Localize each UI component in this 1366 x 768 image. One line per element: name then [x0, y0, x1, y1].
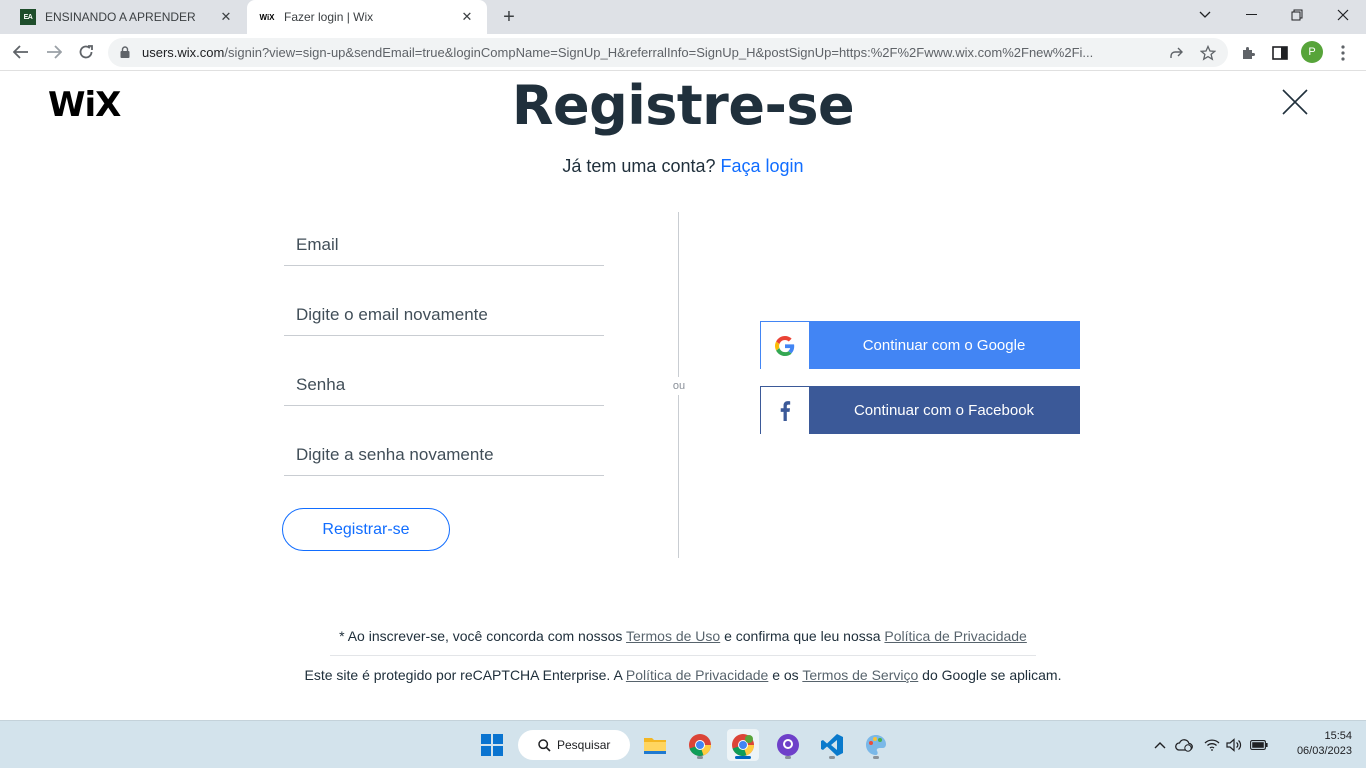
- github-desktop-icon[interactable]: [772, 729, 804, 761]
- tab-title: Fazer login | Wix: [284, 10, 374, 24]
- recaptcha-prefix: Este site é protegido por reCAPTCHA Ente…: [304, 667, 623, 683]
- password-field[interactable]: [284, 366, 604, 404]
- google-signin-button[interactable]: Continuar com o Google: [760, 321, 1080, 370]
- terms-prefix: * Ao inscrever-se, você concorda com nos…: [339, 628, 623, 644]
- email-field-wrapper: [284, 226, 604, 266]
- windows-taskbar: Pesquisar 15:54 06/03/2023: [0, 720, 1366, 768]
- facebook-icon: [761, 387, 809, 435]
- recaptcha-notice: Este site é protegido por reCAPTCHA Ente…: [0, 667, 1366, 683]
- close-icon[interactable]: [1282, 89, 1308, 115]
- terms-middle: e confirma que leu nossa: [724, 628, 881, 644]
- page-title: Registre-se: [511, 74, 855, 137]
- terms-of-use-link[interactable]: Termos de Uso: [626, 628, 720, 644]
- register-button[interactable]: Registrar-se: [282, 508, 450, 551]
- tab-wix-login[interactable]: WiX Fazer login | Wix ✕: [247, 0, 487, 34]
- windows-start-icon[interactable]: [476, 729, 508, 761]
- file-explorer-icon[interactable]: [639, 729, 671, 761]
- ea-favicon-icon: EA: [20, 9, 36, 25]
- taskbar-search[interactable]: Pesquisar: [518, 730, 630, 760]
- chevron-up-icon[interactable]: [1150, 735, 1170, 755]
- email-field[interactable]: [284, 226, 604, 264]
- lock-icon: [120, 46, 130, 58]
- close-tab-icon[interactable]: ✕: [459, 9, 475, 25]
- google-icon: [761, 322, 809, 370]
- address-bar[interactable]: users.wix.com/signin?view=sign-up&sendEm…: [108, 38, 1228, 67]
- clock-date: 06/03/2023: [1296, 745, 1352, 757]
- new-tab-icon[interactable]: +: [498, 6, 520, 28]
- login-link[interactable]: Faça login: [721, 156, 804, 176]
- login-prompt: Já tem uma conta? Faça login: [0, 156, 1366, 177]
- divider-label: ou: [666, 377, 692, 395]
- taskbar-clock[interactable]: 15:54 06/03/2023: [1280, 729, 1352, 759]
- bookmark-star-icon[interactable]: [1198, 43, 1218, 63]
- recaptcha-middle: e os: [772, 667, 799, 683]
- email-confirm-field-wrapper: [284, 296, 604, 336]
- tab-title: ENSINANDO A APRENDER: [45, 10, 196, 24]
- facebook-signin-button[interactable]: Continuar com o Facebook: [760, 386, 1080, 435]
- volume-icon[interactable]: [1224, 735, 1244, 755]
- window-close-icon[interactable]: [1320, 0, 1366, 30]
- clock-time: 15:54: [1324, 730, 1352, 742]
- battery-icon[interactable]: [1249, 735, 1269, 755]
- chrome-profile-icon[interactable]: [727, 729, 759, 761]
- profile-avatar[interactable]: P: [1301, 41, 1323, 63]
- recaptcha-suffix: do Google se aplicam.: [922, 667, 1062, 683]
- password-field-wrapper: [284, 366, 604, 406]
- onedrive-sync-icon[interactable]: [1174, 735, 1194, 755]
- side-panel-icon[interactable]: [1269, 42, 1291, 64]
- search-icon: [538, 738, 551, 752]
- paint-app-icon[interactable]: [860, 729, 892, 761]
- vscode-icon[interactable]: [816, 729, 848, 761]
- tab-ensinando[interactable]: EA ENSINANDO A APRENDER ✕: [8, 0, 246, 34]
- facebook-button-label: Continuar com o Facebook: [809, 387, 1079, 433]
- wifi-icon[interactable]: [1202, 735, 1222, 755]
- google-button-label: Continuar com o Google: [809, 322, 1079, 368]
- back-arrow-icon[interactable]: [9, 40, 33, 64]
- search-label: Pesquisar: [557, 738, 611, 752]
- browser-toolbar: users.wix.com/signin?view=sign-up&sendEm…: [0, 34, 1366, 71]
- email-confirm-field[interactable]: [284, 296, 604, 334]
- close-tab-icon[interactable]: ✕: [218, 9, 234, 25]
- google-privacy-link[interactable]: Política de Privacidade: [626, 667, 768, 683]
- reload-icon[interactable]: [74, 40, 98, 64]
- footer-separator: [330, 655, 1036, 656]
- password-confirm-field[interactable]: [284, 436, 604, 474]
- restore-icon[interactable]: [1274, 0, 1320, 30]
- url-text: users.wix.com/signin?view=sign-up&sendEm…: [142, 45, 1094, 60]
- tab-search-chevron-icon[interactable]: [1182, 0, 1228, 30]
- wix-favicon-icon: WiX: [259, 12, 275, 22]
- browser-tab-bar: EA ENSINANDO A APRENDER ✕ WiX Fazer logi…: [0, 0, 1366, 34]
- forward-arrow-icon[interactable]: [42, 40, 66, 64]
- extensions-puzzle-icon[interactable]: [1237, 42, 1259, 64]
- login-prompt-text: Já tem uma conta?: [562, 156, 716, 176]
- google-terms-link[interactable]: Termos de Serviço: [802, 667, 918, 683]
- chrome-icon[interactable]: [684, 729, 716, 761]
- minimize-icon[interactable]: [1228, 0, 1274, 30]
- share-icon[interactable]: [1166, 43, 1186, 63]
- password-confirm-field-wrapper: [284, 436, 604, 476]
- menu-dots-icon[interactable]: [1332, 42, 1354, 64]
- privacy-policy-link[interactable]: Política de Privacidade: [884, 628, 1026, 644]
- terms-notice: * Ao inscrever-se, você concorda com nos…: [0, 628, 1366, 644]
